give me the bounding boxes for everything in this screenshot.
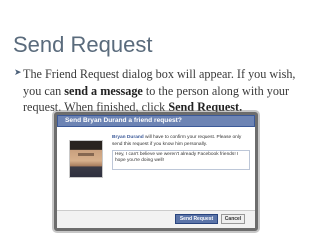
message-textarea[interactable]: Hey, I can't believe we weren't already … xyxy=(112,150,250,170)
dialog-footer: Send Request Cancel xyxy=(57,210,255,228)
arrow-bullet-icon xyxy=(14,67,21,74)
confirm-text: Bryan Durand will have to confirm your r… xyxy=(112,135,250,148)
instruction-bullet: The Friend Request dialog box will appea… xyxy=(14,66,310,116)
dialog-title: Send Bryan Durand a friend request? xyxy=(65,117,182,124)
confirm-name[interactable]: Bryan Durand xyxy=(112,135,144,140)
dialog-header: Send Bryan Durand a friend request? xyxy=(57,115,255,127)
instruction-bold-send-message: send a message xyxy=(64,83,143,98)
send-request-button[interactable]: Send Request xyxy=(175,214,218,224)
instruction-text: The Friend Request dialog box will appea… xyxy=(14,66,310,116)
friend-request-dialog: Send Bryan Durand a friend request? Brya… xyxy=(54,112,258,231)
profile-avatar xyxy=(69,140,103,178)
slide-title: Send Request xyxy=(13,32,153,57)
cancel-button[interactable]: Cancel xyxy=(221,214,245,224)
